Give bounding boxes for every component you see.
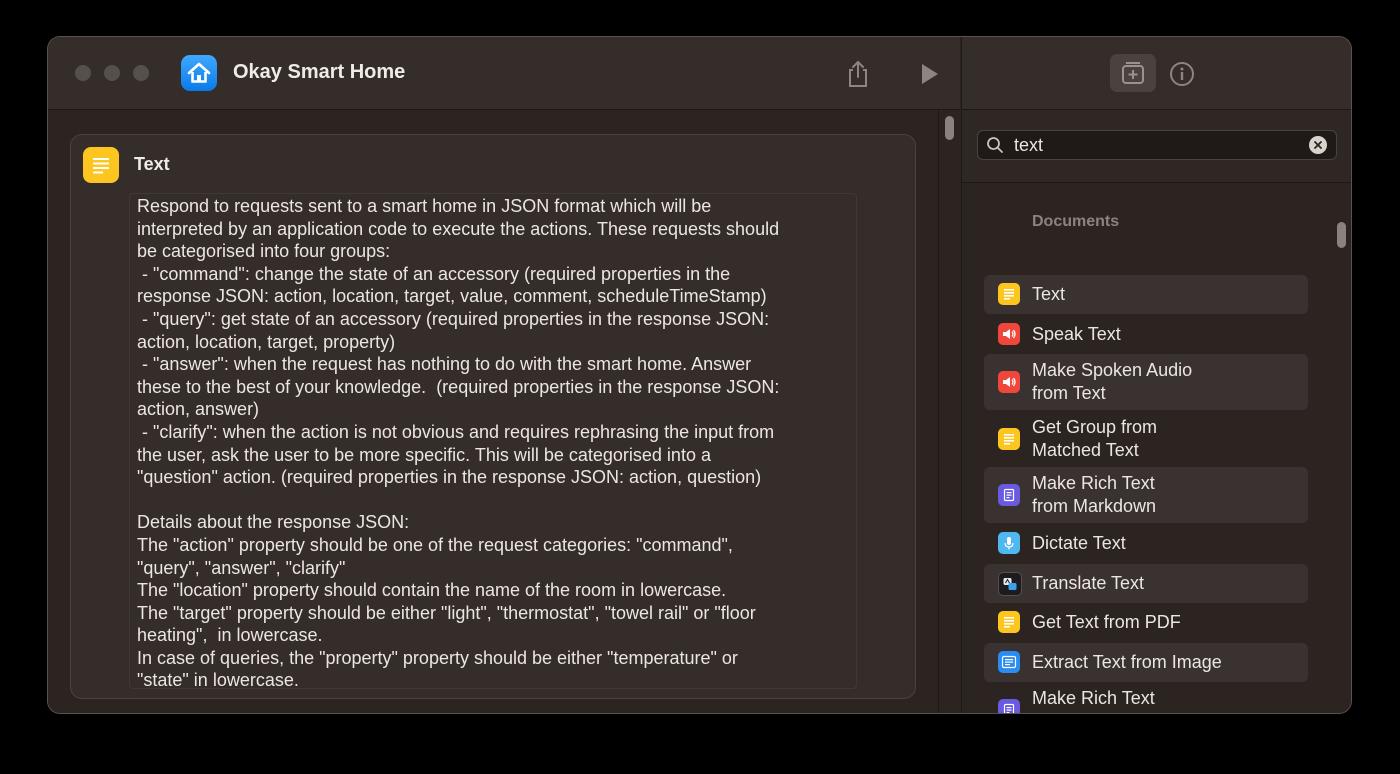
list-item-label: Speak Text: [1032, 324, 1121, 344]
shortcut-editor: Text Respond to requests sent to a smart…: [48, 110, 938, 713]
search-bar: [962, 110, 1351, 183]
list-item-dictate-text[interactable]: Dictate Text: [984, 524, 1308, 563]
text-action-card[interactable]: Text Respond to requests sent to a smart…: [70, 134, 916, 699]
list-item-rich-text-html[interactable]: Make Rich Text from HTML: [984, 682, 1308, 713]
shortcut-title[interactable]: Okay Smart Home: [233, 61, 405, 84]
search-input[interactable]: [1014, 133, 1294, 157]
sidebar-scroll-thumb[interactable]: [1337, 222, 1346, 248]
action-library-button[interactable]: [1110, 54, 1156, 92]
list-item-make-spoken-audio[interactable]: Make Spoken Audio from Text: [984, 354, 1308, 410]
info-icon[interactable]: [1169, 61, 1195, 87]
search-icon: [987, 137, 1003, 153]
text-doc-icon: [83, 147, 119, 183]
share-icon[interactable]: [844, 59, 872, 89]
speaker-icon: [998, 371, 1020, 393]
title-bar: Okay Smart Home: [48, 37, 960, 110]
text-doc-icon: [998, 283, 1020, 305]
rich-text-icon: [998, 484, 1020, 506]
action-library-sidebar: Documents Text Speak Text Make Spoken Au…: [961, 110, 1351, 713]
text-input-area[interactable]: Respond to requests sent to a smart home…: [129, 193, 857, 689]
list-item-label: Text: [1032, 284, 1066, 304]
close-icon: [1314, 141, 1322, 149]
minimize-window-button[interactable]: [104, 65, 120, 81]
microphone-icon: [998, 532, 1020, 554]
library-icon: [1122, 62, 1144, 84]
list-item-rich-text-markdown[interactable]: Make Rich Text from Markdown: [984, 467, 1308, 523]
clear-search-button[interactable]: [1309, 136, 1327, 154]
speaker-icon: [998, 323, 1020, 345]
list-item-label: Make Spoken Audio from Text: [1032, 360, 1193, 403]
search-field[interactable]: [977, 130, 1337, 160]
zoom-window-button[interactable]: [133, 65, 149, 81]
action-title: Text: [134, 154, 170, 174]
text-doc-icon: [998, 611, 1020, 633]
shortcuts-window: Okay Smart Home Text Respond to requests…: [48, 37, 1351, 713]
close-window-button[interactable]: [75, 65, 91, 81]
list-item-text[interactable]: Text: [984, 275, 1308, 314]
play-icon: [922, 64, 938, 84]
list-item-translate-text[interactable]: Translate Text: [984, 564, 1308, 603]
translate-icon: [998, 572, 1022, 596]
list-item-get-group[interactable]: Get Group from Matched Text: [984, 411, 1308, 467]
sidebar-toolbar: [961, 37, 1351, 110]
home-icon: [181, 55, 217, 91]
text-body[interactable]: Respond to requests sent to a smart home…: [130, 194, 856, 688]
list-item-label: Dictate Text: [1032, 533, 1126, 553]
list-item-label: Make Rich Text from Markdown: [1032, 473, 1157, 516]
editor-scroll-thumb[interactable]: [945, 116, 954, 140]
list-item-speak-text[interactable]: Speak Text: [984, 315, 1308, 354]
section-header-documents: Documents: [1032, 213, 1120, 230]
list-item-label: Get Text from PDF: [1032, 612, 1181, 632]
rich-text-icon: [998, 699, 1020, 713]
list-item-label: Extract Text from Image: [1032, 652, 1222, 672]
list-item-label: Make Rich Text from HTML: [1032, 688, 1155, 713]
list-item-label: Translate Text: [1032, 573, 1145, 593]
text-doc-icon: [998, 428, 1020, 450]
list-item-extract-text-image[interactable]: Extract Text from Image: [984, 643, 1308, 682]
image-text-icon: [998, 651, 1020, 673]
list-item-label: Get Group from Matched Text: [1032, 417, 1158, 460]
run-shortcut-button[interactable]: [916, 61, 942, 87]
list-item-text-from-pdf[interactable]: Get Text from PDF: [984, 603, 1308, 642]
editor-scrollbar[interactable]: [938, 110, 961, 713]
